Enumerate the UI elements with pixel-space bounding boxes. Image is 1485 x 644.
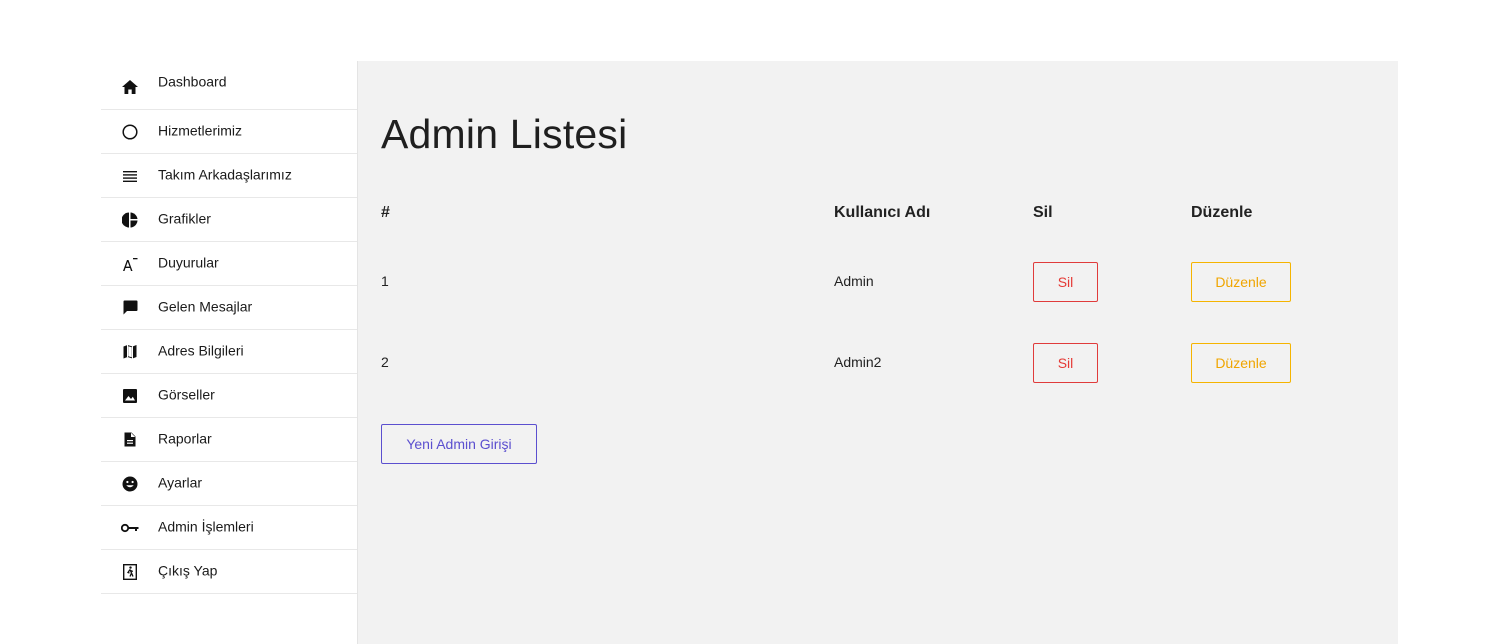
column-header-username: Kullanıcı Adı [834, 204, 931, 221]
row-2-username: Admin2 [834, 354, 882, 370]
row-1-id: 1 [381, 273, 389, 289]
sidebar-item-announcements[interactable]: Duyurular [101, 242, 357, 286]
key-icon [121, 519, 139, 537]
sidebar-item-settings[interactable]: Ayarlar [101, 462, 357, 506]
delete-button-row-2[interactable]: Sil [1033, 343, 1098, 383]
edit-button-row-1[interactable]: Düzenle [1191, 262, 1291, 302]
sidebar-item-messages[interactable]: Gelen Mesajlar [101, 286, 357, 330]
sidebar-item-dashboard[interactable]: Dashboard [101, 61, 357, 110]
sidebar-item-label: Raporlar [158, 430, 212, 447]
delete-button-row-1[interactable]: Sil [1033, 262, 1098, 302]
pie-chart-icon [121, 211, 139, 229]
home-icon [121, 78, 139, 96]
sidebar-item-logout[interactable]: Çıkış Yap [101, 550, 357, 594]
sidebar-item-label: Çıkış Yap [158, 562, 218, 579]
sidebar-item-charts[interactable]: Grafikler [101, 198, 357, 242]
sidebar-item-images[interactable]: Görseller [101, 374, 357, 418]
column-header-edit: Düzenle [1191, 204, 1253, 221]
sidebar-item-label: Dashboard [158, 73, 227, 90]
list-icon [121, 167, 139, 185]
sidebar-item-label: Adres Bilgileri [158, 342, 244, 359]
sidebar-item-label: Admin İşlemleri [158, 518, 254, 535]
column-header-delete: Sil [1033, 204, 1053, 221]
sidebar: Dashboard Hizmetlerimiz Takım Arkadaşlar… [101, 61, 358, 644]
sidebar-item-reports[interactable]: Raporlar [101, 418, 357, 462]
sidebar-item-label: Takım Arkadaşlarımız [158, 166, 292, 183]
new-admin-button[interactable]: Yeni Admin Girişi [381, 424, 537, 464]
edit-button-row-2[interactable]: Düzenle [1191, 343, 1291, 383]
sidebar-item-address[interactable]: Adres Bilgileri [101, 330, 357, 374]
row-1-username: Admin [834, 273, 874, 289]
sidebar-item-services[interactable]: Hizmetlerimiz [101, 110, 357, 154]
row-2-id: 2 [381, 354, 389, 370]
sidebar-item-label: Gelen Mesajlar [158, 298, 253, 315]
image-icon [121, 387, 139, 405]
sidebar-item-label: Görseller [158, 386, 215, 403]
sidebar-item-label: Duyurular [158, 254, 219, 271]
main-content: Admin Listesi # Kullanıcı Adı Sil Düzenl… [358, 61, 1398, 644]
exit-icon [121, 563, 139, 581]
circle-icon [121, 123, 139, 141]
smiley-icon [121, 475, 139, 493]
app-root: Dashboard Hizmetlerimiz Takım Arkadaşlar… [0, 0, 1485, 644]
sidebar-item-label: Grafikler [158, 210, 211, 227]
chat-icon [121, 299, 139, 317]
sidebar-item-team[interactable]: Takım Arkadaşlarımız [101, 154, 357, 198]
map-icon [121, 343, 139, 361]
text-format-icon [121, 255, 139, 273]
column-header-number: # [381, 204, 390, 221]
sidebar-item-label: Ayarlar [158, 474, 203, 491]
page-title: Admin Listesi [381, 111, 628, 157]
sidebar-item-label: Hizmetlerimiz [158, 122, 242, 139]
document-icon [121, 431, 139, 449]
sidebar-item-admin-operations[interactable]: Admin İşlemleri [101, 506, 357, 550]
